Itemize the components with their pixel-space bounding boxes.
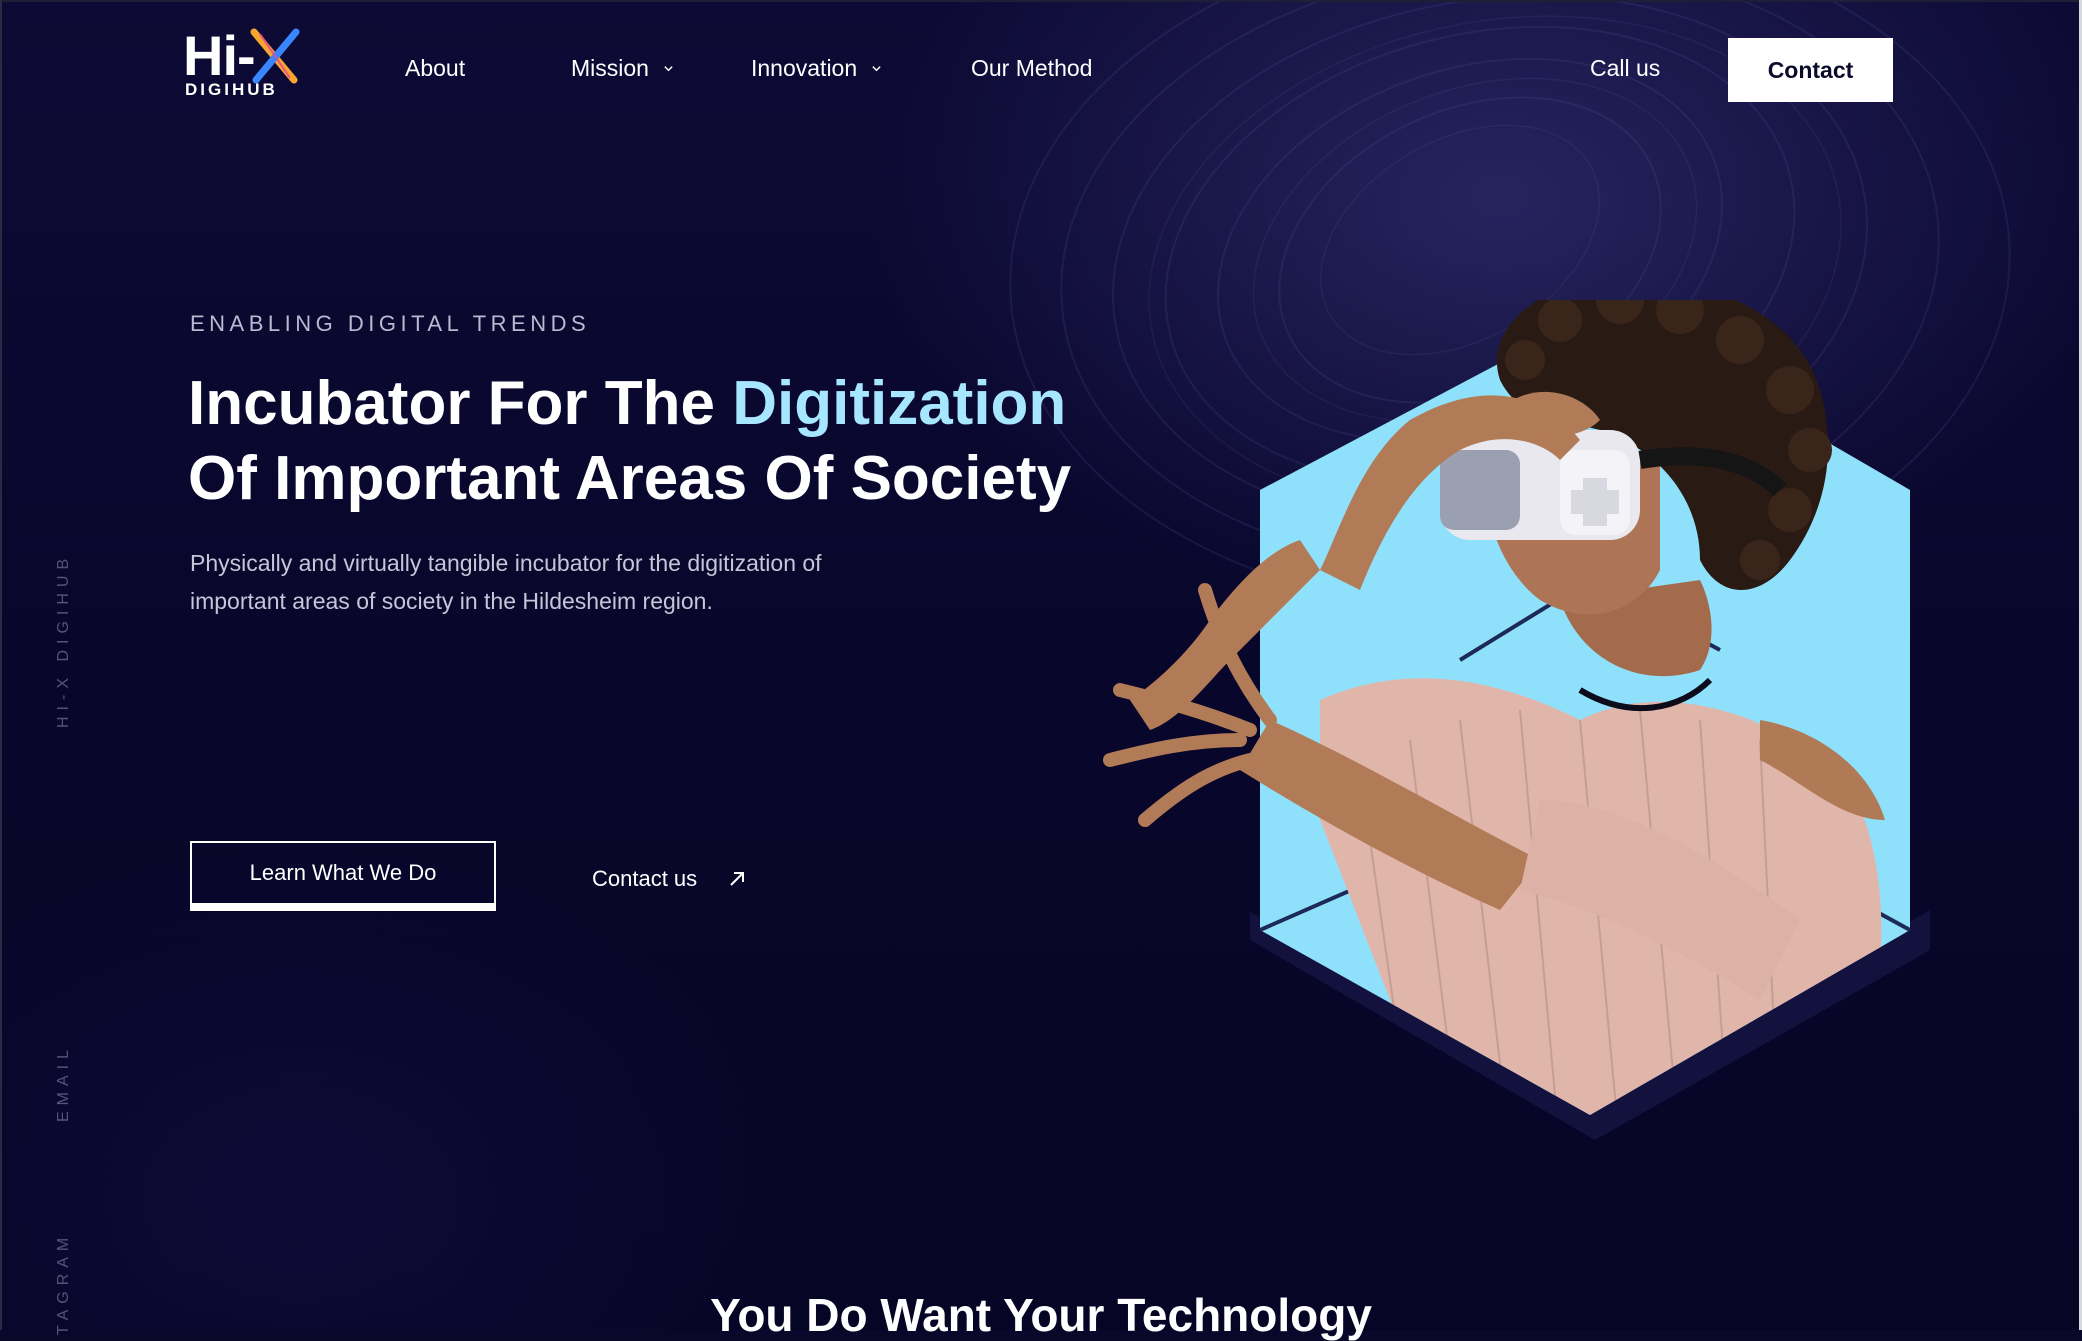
contact-button[interactable]: Contact [1728, 38, 1893, 102]
nav-item-innovation[interactable]: Innovation [751, 53, 882, 83]
headline-part-1: Incubator For The [188, 369, 733, 438]
hero-vr-illustration [1103, 300, 1930, 1140]
window-frame-left [0, 0, 2, 1330]
next-section-title: You Do Want Your Technology [710, 1289, 1372, 1341]
hero-eyebrow: ENABLING DIGITAL TRENDS [190, 311, 591, 336]
window-frame-top [0, 0, 2082, 2]
call-us-link[interactable]: Call us [1590, 53, 1660, 83]
chevron-down-icon [664, 65, 673, 71]
nav-item-our-method[interactable]: Our Method [971, 53, 1092, 83]
nav-item-our-method-label: Our Method [971, 55, 1093, 81]
logo-subtitle: DIGIHUB [185, 80, 278, 99]
nav-item-mission[interactable]: Mission [571, 53, 674, 83]
brand-logo[interactable]: Hi- DIGIHUB [180, 24, 300, 99]
nav-item-innovation-label: Innovation [751, 55, 858, 81]
nav-item-about[interactable]: About [405, 53, 465, 83]
side-rail-brand[interactable]: HI-X DIGIHUB [55, 553, 73, 728]
learn-what-we-do-button[interactable]: Learn What We Do [190, 841, 496, 911]
side-rail-email[interactable]: EMAIL [55, 1044, 73, 1122]
contact-us-label: Contact us [592, 866, 698, 891]
hero-description: Physically and virtually tangible incuba… [190, 550, 822, 614]
nav-item-mission-label: Mission [571, 55, 649, 81]
nav-item-about-label: About [405, 55, 466, 81]
logo-wordmark: Hi- [183, 24, 256, 87]
headline-part-2: Of Important Areas Of Society [188, 444, 1072, 513]
logo-x-mark [250, 28, 300, 84]
contact-us-link[interactable]: Contact us [592, 866, 747, 892]
call-us-label: Call us [1590, 55, 1661, 81]
chevron-down-icon [872, 65, 881, 71]
arrow-up-right-icon [730, 872, 745, 886]
